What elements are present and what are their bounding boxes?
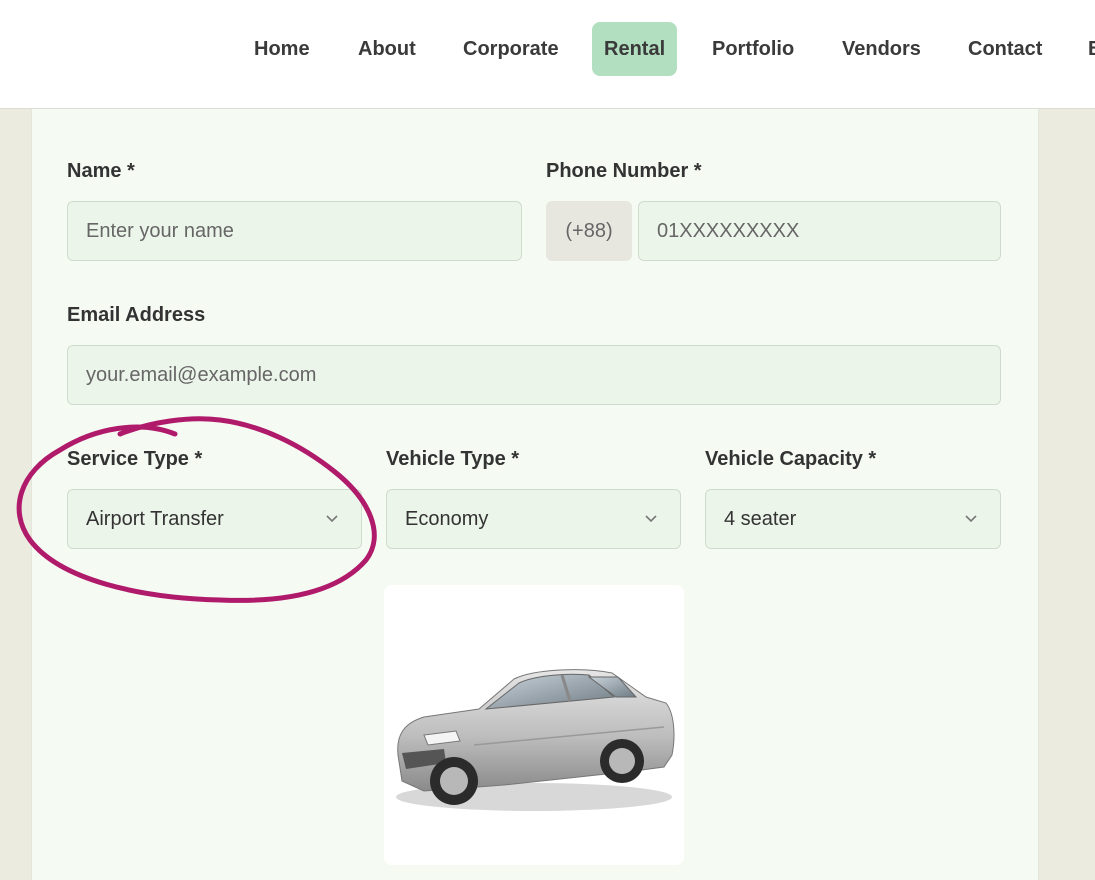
chevron-down-icon <box>965 515 977 523</box>
vehicle-type-value: Economy <box>405 508 489 530</box>
phone-input[interactable] <box>638 201 1001 261</box>
nav-corporate-link[interactable]: Corporate <box>463 22 559 76</box>
nav-vendors-link[interactable]: Vendors <box>842 22 921 76</box>
vehicle-type-label: Vehicle Type * <box>386 448 520 470</box>
service-type-value: Airport Transfer <box>86 508 224 530</box>
nav-about-link[interactable]: About <box>358 22 416 76</box>
vehicle-image-card[interactable] <box>384 585 684 865</box>
nav-home-link[interactable]: Home <box>254 22 310 76</box>
vehicle-capacity-select[interactable]: 4 seater <box>705 489 1001 549</box>
phone-prefix: (+88) <box>546 201 632 261</box>
vehicle-capacity-value: 4 seater <box>724 508 797 530</box>
name-label: Name * <box>67 160 135 182</box>
chevron-down-icon <box>645 515 657 523</box>
service-type-label: Service Type * <box>67 448 203 470</box>
name-input[interactable] <box>67 201 522 261</box>
nav-overflow-link[interactable]: B <box>1088 22 1095 76</box>
service-type-select[interactable]: Airport Transfer <box>67 489 362 549</box>
vehicle-capacity-label: Vehicle Capacity * <box>705 448 877 470</box>
top-navbar: Home About Corporate Rental Portfolio Ve… <box>0 0 1095 109</box>
email-label: Email Address <box>67 304 206 326</box>
car-image <box>396 669 675 811</box>
nav-portfolio-link[interactable]: Portfolio <box>712 22 794 76</box>
chevron-down-icon <box>326 515 338 523</box>
nav-contact-link[interactable]: Contact <box>968 22 1042 76</box>
phone-label: Phone Number * <box>546 160 702 182</box>
nav-rental-link[interactable]: Rental <box>592 22 678 76</box>
vehicle-type-select[interactable]: Economy <box>386 489 681 549</box>
email-input[interactable] <box>67 345 1001 405</box>
